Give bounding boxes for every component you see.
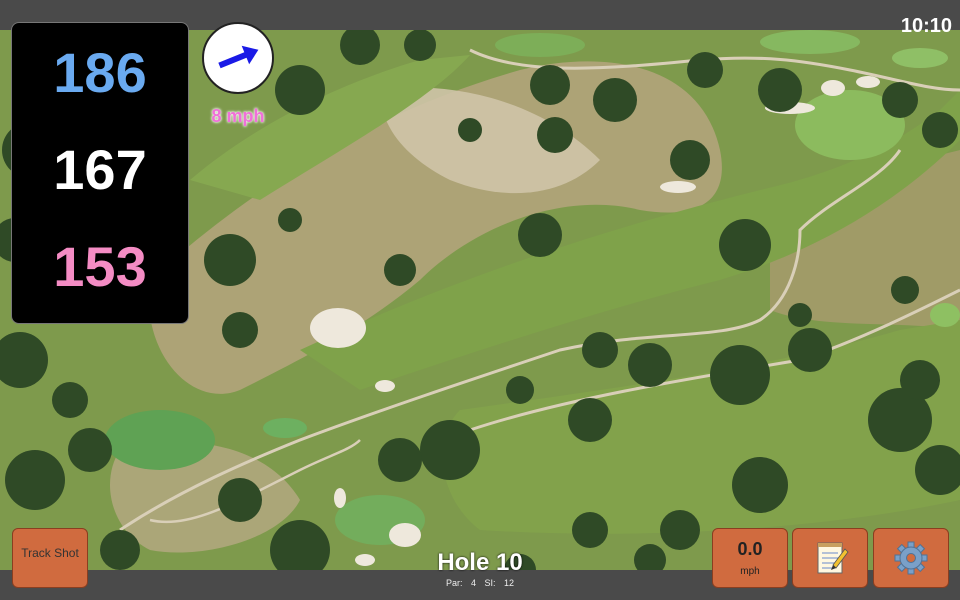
wind-indicator (202, 22, 274, 94)
back-yardage: 186 (53, 41, 147, 104)
track-shot-button[interactable]: Track Shot (12, 528, 88, 588)
settings-button[interactable] (873, 528, 949, 588)
front-yardage: 153 (53, 235, 147, 298)
wind-arrow-icon (218, 45, 259, 69)
center-yardage: 167 (53, 138, 147, 201)
speed-unit: mph (740, 566, 760, 577)
hole-info: Hole 10 Par: 4 SI: 12 (380, 548, 580, 588)
clock: 10:10 (900, 15, 952, 37)
notes-button[interactable] (792, 528, 868, 588)
gear-icon (894, 541, 928, 575)
speed-value: 0.0 (737, 539, 763, 559)
hole-details: Par: 4 SI: 12 (445, 578, 515, 588)
speed-button[interactable]: 0.0 mph (712, 528, 788, 588)
wind-speed: 8 mph (211, 106, 265, 126)
yardage-panel: 186 167 153 (11, 22, 189, 324)
notepad-icon (817, 542, 849, 574)
hole-title: Hole 10 (437, 549, 523, 576)
